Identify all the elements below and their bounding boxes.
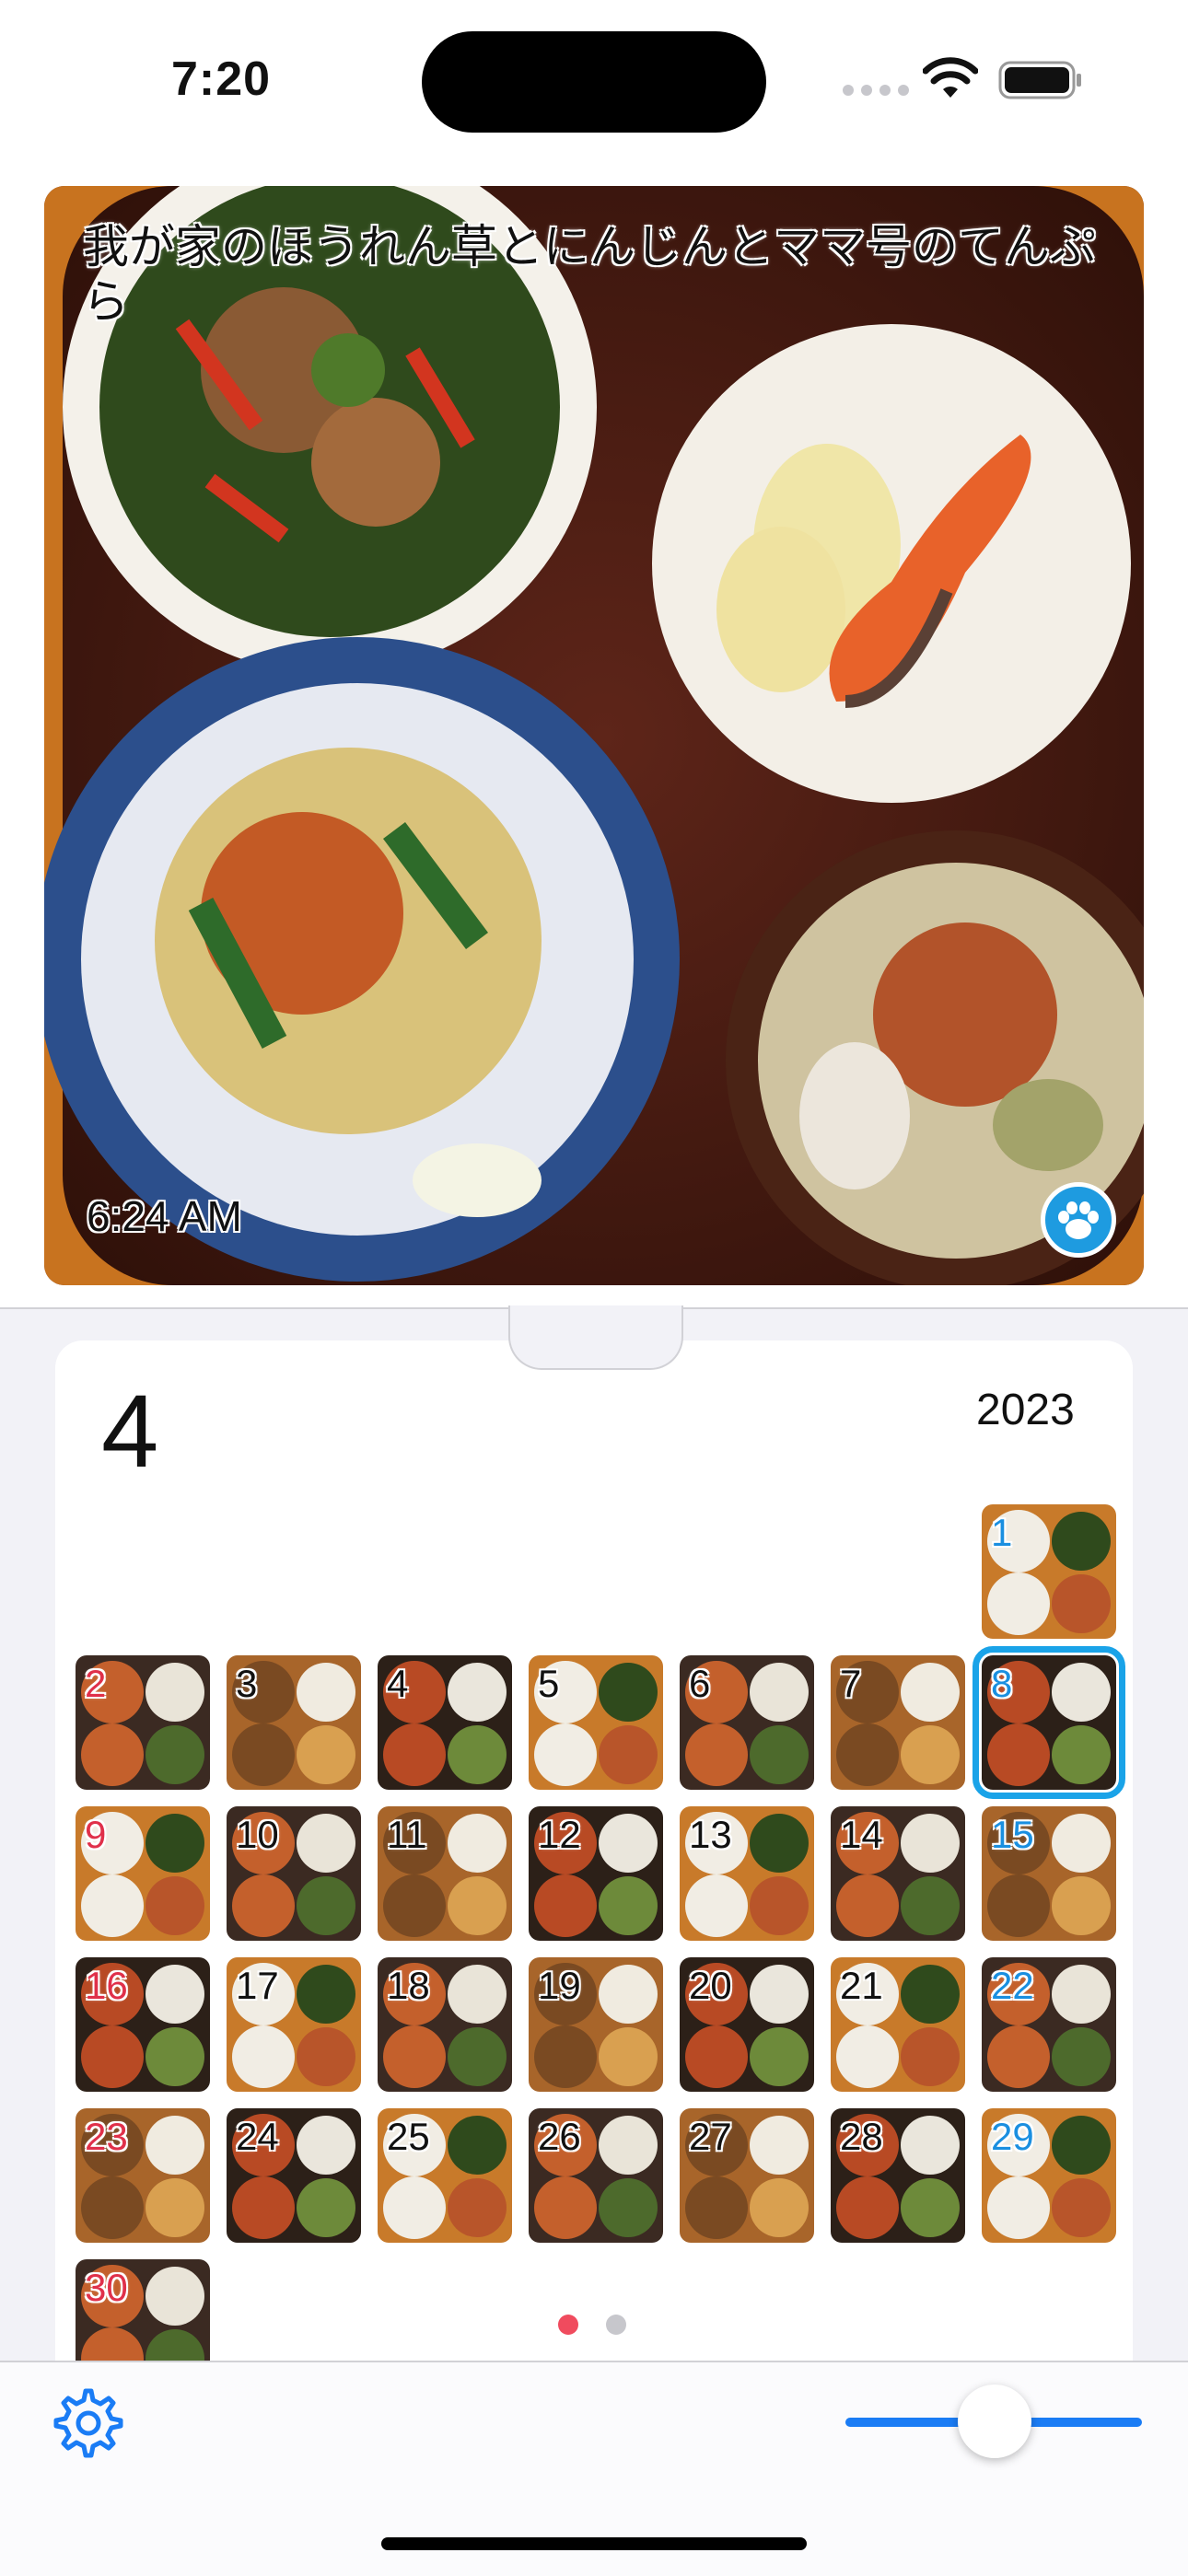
calendar-day-label: 5: [538, 1662, 560, 1705]
calendar-day-label: 28: [840, 2115, 883, 2158]
calendar-day-label: 17: [236, 1964, 279, 2007]
zoom-slider-thumb[interactable]: [958, 2385, 1031, 2458]
page-dot-active: [558, 2315, 578, 2335]
calendar-day-1[interactable]: 1: [982, 1504, 1116, 1639]
calendar-day-11[interactable]: 11: [378, 1806, 512, 1941]
calendar-day-label: 30: [85, 2266, 128, 2309]
dynamic-island: [422, 31, 766, 133]
calendar-day-10[interactable]: 10: [227, 1806, 361, 1941]
calendar-day-label: 3: [236, 1662, 258, 1705]
calendar-day-label: 24: [236, 2115, 279, 2158]
calendar-day-label: 2: [85, 1662, 107, 1705]
photo-time: 6:24 AM: [87, 1192, 242, 1240]
calendar-day-label: 26: [538, 2115, 581, 2158]
calendar-day-7[interactable]: 7: [831, 1655, 965, 1790]
calendar-day-label: 13: [689, 1813, 732, 1856]
status-time: 7:20: [171, 52, 272, 106]
calendar-day-label: 10: [236, 1813, 279, 1856]
calendar-day-5[interactable]: 5: [529, 1655, 663, 1790]
calendar-day-label: 11: [387, 1813, 427, 1856]
calendar-day-29[interactable]: 29: [982, 2108, 1116, 2243]
calendar-day-18[interactable]: 18: [378, 1957, 512, 2092]
calendar-day-14[interactable]: 14: [831, 1806, 965, 1941]
panel-handle[interactable]: [508, 1305, 683, 1370]
calendar-day-label: 20: [689, 1964, 732, 2007]
calendar-day-label: 19: [538, 1964, 581, 2007]
battery-icon: [998, 61, 1081, 99]
meal-photo-image: [44, 186, 1144, 1285]
paw-button[interactable]: [1041, 1182, 1116, 1258]
calendar-day-24[interactable]: 24: [227, 2108, 361, 2243]
page-indicator[interactable]: [558, 2315, 626, 2335]
calendar-day-label: 16: [85, 1964, 128, 2007]
calendar-day-label: 18: [387, 1964, 430, 2007]
calendar-day-label: 12: [538, 1813, 581, 1856]
paw-icon: [1058, 1201, 1099, 1239]
calendar-day-label: 22: [991, 1964, 1034, 2007]
calendar-day-16[interactable]: 16: [76, 1957, 210, 2092]
calendar-day-15[interactable]: 15: [982, 1806, 1116, 1941]
page-dot: [606, 2315, 626, 2335]
calendar-day-20[interactable]: 20: [680, 1957, 814, 2092]
photo-title: 我が家のほうれん草とにんじんとママ号のてんぷら: [83, 221, 1096, 328]
calendar-day-26[interactable]: 26: [529, 2108, 663, 2243]
signal-icon: [843, 85, 909, 96]
calendar-day-23[interactable]: 23: [76, 2108, 210, 2243]
calendar-day-4[interactable]: 4: [378, 1655, 512, 1790]
calendar-day-21[interactable]: 21: [831, 1957, 965, 2092]
calendar-day-label: 4: [387, 1662, 409, 1705]
calendar-day-2[interactable]: 2: [76, 1655, 210, 1790]
calendar-day-label: 25: [387, 2115, 430, 2158]
month-number: 4: [101, 1374, 159, 1489]
calendar-day-12[interactable]: 12: [529, 1806, 663, 1941]
calendar-day-label: 14: [840, 1813, 883, 1856]
calendar-day-label: 15: [991, 1813, 1034, 1856]
calendar-day-label: 23: [85, 2115, 128, 2158]
home-indicator: [381, 2537, 807, 2550]
calendar-day-label: 27: [689, 2115, 732, 2158]
calendar-day-label: 1: [991, 1511, 1013, 1554]
year-number: 2023: [976, 1386, 1075, 1434]
calendar-day-label: 9: [85, 1813, 107, 1856]
calendar-day-22[interactable]: 22: [982, 1957, 1116, 2092]
calendar-day-label: 21: [840, 1964, 883, 2007]
calendar-day-label: 29: [991, 2115, 1034, 2158]
gear-icon[interactable]: [53, 2388, 123, 2458]
calendar-day-13[interactable]: 13: [680, 1806, 814, 1941]
calendar-day-28[interactable]: 28: [831, 2108, 965, 2243]
calendar-day-8[interactable]: 8: [973, 1646, 1125, 1799]
calendar-day-label: 6: [689, 1662, 711, 1705]
calendar-day-6[interactable]: 6: [680, 1655, 814, 1790]
calendar-day-25[interactable]: 25: [378, 2108, 512, 2243]
calendar-day-9[interactable]: 9: [76, 1806, 210, 1941]
calendar-day-27[interactable]: 27: [680, 2108, 814, 2243]
calendar-day-3[interactable]: 3: [227, 1655, 361, 1790]
calendar-day-19[interactable]: 19: [529, 1957, 663, 2092]
calendar-day-17[interactable]: 17: [227, 1957, 361, 2092]
calendar-day-label: 7: [840, 1662, 862, 1705]
meal-photo[interactable]: 我が家のほうれん草とにんじんとママ号のてんぷら 6:24 AM: [44, 186, 1144, 1285]
wifi-icon: [923, 57, 978, 98]
calendar-day-label: 8: [991, 1662, 1013, 1705]
